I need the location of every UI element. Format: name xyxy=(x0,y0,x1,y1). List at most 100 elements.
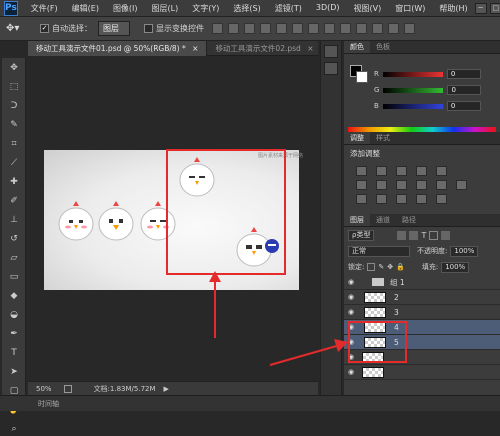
eraser-tool-icon[interactable]: ▱ xyxy=(5,251,23,265)
menu-item[interactable]: 图像(I) xyxy=(106,3,145,14)
move-tool-icon[interactable]: ✥▾ xyxy=(6,20,34,38)
tab-document-02[interactable]: 移动工具演示文件02.psd × xyxy=(207,41,323,56)
align-top-icon[interactable] xyxy=(212,23,223,34)
fill-input[interactable]: 100% xyxy=(441,261,470,273)
distribute-center-icon[interactable] xyxy=(372,23,383,34)
menu-item[interactable]: 3D(D) xyxy=(309,3,347,14)
lock-position-icon[interactable]: ✥ xyxy=(387,263,393,271)
threshold-icon[interactable] xyxy=(396,194,407,204)
blur-tool-icon[interactable]: ◆ xyxy=(5,289,23,303)
maximize-icon[interactable]: □ xyxy=(489,2,500,14)
status-info-icon[interactable] xyxy=(63,384,72,393)
auto-align-icon[interactable] xyxy=(404,23,415,34)
path-select-tool-icon[interactable]: ➤ xyxy=(5,365,23,379)
visibility-eye-icon[interactable]: ◉ xyxy=(346,293,356,301)
menu-item[interactable]: 文件(F) xyxy=(24,3,65,14)
filter-pixel-icon[interactable] xyxy=(397,230,407,240)
clone-stamp-tool-icon[interactable]: ⊥ xyxy=(5,213,23,227)
posterize-icon[interactable] xyxy=(376,194,387,204)
green-value-input[interactable]: 0 xyxy=(447,85,482,95)
filter-shape-icon[interactable] xyxy=(429,230,439,240)
properties-panel-icon[interactable] xyxy=(324,62,338,75)
gradient-tool-icon[interactable]: ▭ xyxy=(5,270,23,284)
align-middle-icon[interactable] xyxy=(228,23,239,34)
layer-row[interactable]: ◉ 2 xyxy=(344,290,500,305)
distribute-middle-icon[interactable] xyxy=(324,23,335,34)
color-balance-icon[interactable] xyxy=(376,180,387,190)
distribute-top-icon[interactable] xyxy=(308,23,319,34)
tab-channels[interactable]: 通道 xyxy=(370,214,396,226)
lock-pixels-icon[interactable] xyxy=(367,263,376,271)
history-panel-icon[interactable] xyxy=(324,45,338,58)
type-tool-icon[interactable]: T xyxy=(5,346,23,360)
tab-adjustments[interactable]: 调整 xyxy=(344,132,370,144)
tab-swatches[interactable]: 色板 xyxy=(370,41,396,53)
timeline-label[interactable]: 时间轴 xyxy=(38,399,59,409)
menu-item[interactable]: 视图(V) xyxy=(347,3,389,14)
blue-slider[interactable] xyxy=(382,103,443,109)
eyedropper-tool-icon[interactable]: ⟋ xyxy=(5,156,23,170)
blue-value-input[interactable]: 0 xyxy=(446,101,481,111)
channel-mixer-icon[interactable] xyxy=(436,180,447,190)
lock-all-icon[interactable]: 🔒 xyxy=(396,263,405,271)
brightness-icon[interactable] xyxy=(356,166,367,176)
tab-close-icon[interactable]: × xyxy=(192,44,198,53)
layer-group-row[interactable]: ◉ 组 1 xyxy=(344,275,500,290)
menu-item[interactable]: 图层(L) xyxy=(145,3,186,14)
filter-adjust-icon[interactable] xyxy=(409,230,419,240)
black-white-icon[interactable] xyxy=(396,180,407,190)
tab-close-icon[interactable]: × xyxy=(307,44,313,53)
status-arrow-icon[interactable]: ▶ xyxy=(164,385,169,393)
align-bottom-icon[interactable] xyxy=(244,23,255,34)
tab-styles[interactable]: 样式 xyxy=(370,132,396,144)
crop-tool-icon[interactable]: ⌗ xyxy=(5,137,23,151)
background-color-swatch[interactable] xyxy=(356,71,368,83)
opacity-input[interactable]: 100% xyxy=(450,245,479,257)
green-slider[interactable] xyxy=(383,87,444,93)
marquee-tool-icon[interactable]: ⬚ xyxy=(5,80,23,94)
red-value-input[interactable]: 0 xyxy=(446,69,481,79)
exposure-icon[interactable] xyxy=(416,166,427,176)
tab-layers[interactable]: 图层 xyxy=(344,214,370,226)
move-tool-icon[interactable]: ✥ xyxy=(5,61,23,75)
zoom-level[interactable]: 50% xyxy=(36,385,52,393)
vibrance-icon[interactable] xyxy=(436,166,447,176)
hue-saturation-icon[interactable] xyxy=(356,180,367,190)
selective-color-icon[interactable] xyxy=(436,194,447,204)
quick-select-tool-icon[interactable]: ✎ xyxy=(5,118,23,132)
menu-item[interactable]: 编辑(E) xyxy=(65,3,106,14)
filter-type-icon[interactable]: T xyxy=(421,231,426,240)
invert-icon[interactable] xyxy=(356,194,367,204)
lock-paint-icon[interactable]: ✎ xyxy=(378,263,384,271)
tab-document-01[interactable]: 移动工具演示文件01.psd @ 50%(RGB/8) * × xyxy=(28,41,208,56)
layer-row[interactable]: ◉ xyxy=(344,365,500,380)
align-center-icon[interactable] xyxy=(276,23,287,34)
healing-brush-tool-icon[interactable]: ✚ xyxy=(5,175,23,189)
menu-item[interactable]: 文字(Y) xyxy=(185,3,226,14)
visibility-eye-icon[interactable]: ◉ xyxy=(346,368,356,376)
canvas-area[interactable]: 图片素材来源于网络 xyxy=(28,56,318,381)
red-slider[interactable] xyxy=(382,71,443,77)
menu-item[interactable]: 选择(S) xyxy=(226,3,267,14)
menu-item[interactable]: 窗口(W) xyxy=(388,3,432,14)
blend-mode-dropdown[interactable]: 正常 xyxy=(348,245,410,257)
distribute-left-icon[interactable] xyxy=(356,23,367,34)
pen-tool-icon[interactable]: ✒ xyxy=(5,327,23,341)
tab-paths[interactable]: 路径 xyxy=(396,214,422,226)
show-transform-checkbox[interactable] xyxy=(144,24,153,33)
filter-smart-icon[interactable] xyxy=(441,230,451,240)
gradient-map-icon[interactable] xyxy=(416,194,427,204)
dodge-tool-icon[interactable]: ◒ xyxy=(5,308,23,322)
align-right-icon[interactable] xyxy=(292,23,303,34)
zoom-tool-icon[interactable]: ⌕ xyxy=(5,422,23,436)
brush-tool-icon[interactable]: ✐ xyxy=(5,194,23,208)
levels-icon[interactable] xyxy=(376,166,387,176)
distribute-bottom-icon[interactable] xyxy=(340,23,351,34)
visibility-eye-icon[interactable]: ◉ xyxy=(346,278,356,286)
auto-select-checkbox[interactable]: ✓ xyxy=(40,24,49,33)
photo-filter-icon[interactable] xyxy=(416,180,427,190)
layer-row[interactable]: ◉ 3 xyxy=(344,305,500,320)
history-brush-tool-icon[interactable]: ↺ xyxy=(5,232,23,246)
layer-filter-dropdown[interactable]: ρ类型 xyxy=(348,229,375,241)
distribute-right-icon[interactable] xyxy=(388,23,399,34)
